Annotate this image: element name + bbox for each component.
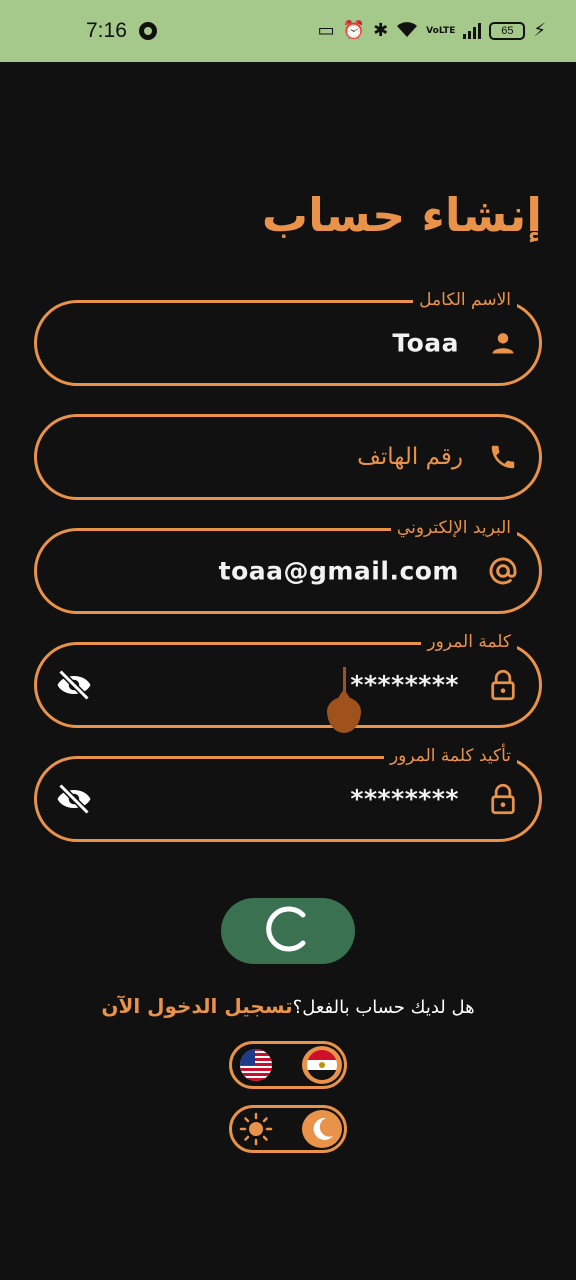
card-icon: ▭ — [317, 20, 335, 41]
email-label: البريد الإلكتروني — [390, 517, 517, 539]
person-icon — [487, 327, 519, 359]
email-field[interactable]: البريد الإلكتروني toaa@gmail.com — [34, 517, 542, 614]
at-icon — [487, 555, 519, 587]
confirm-password-label: تأكيد كلمة المرور — [383, 745, 517, 767]
eye-off-icon[interactable] — [55, 784, 93, 814]
password-value[interactable]: ******** — [350, 671, 459, 700]
phone-field[interactable]: رقم الهاتف — [34, 414, 542, 500]
battery-level: 65 — [501, 25, 514, 37]
battery-icon: 65 — [489, 22, 526, 40]
spinner-icon — [262, 903, 314, 959]
theme-toggle[interactable] — [229, 1105, 347, 1153]
notification-icon — [138, 22, 157, 40]
lock-icon — [487, 783, 519, 815]
login-question: هل لديك حساب بالفعل؟ — [292, 997, 475, 1018]
wifi-icon — [396, 20, 418, 42]
eye-off-icon[interactable] — [55, 670, 93, 700]
phone-icon — [487, 441, 519, 473]
phone-placeholder: رقم الهاتف — [357, 444, 463, 470]
lock-icon — [487, 669, 519, 701]
page-title: إنشاء حساب — [261, 188, 542, 242]
login-link[interactable]: تسجيل الدخول الآن — [101, 994, 292, 1018]
email-value[interactable]: toaa@gmail.com — [219, 557, 459, 586]
language-toggle[interactable] — [229, 1041, 347, 1089]
egypt-flag-icon[interactable] — [302, 1046, 342, 1084]
alarm-icon: ⏰ — [342, 20, 366, 41]
charging-icon: ⚡ — [533, 20, 546, 41]
confirm-password-value[interactable]: ******** — [350, 785, 459, 814]
status-time: 7:16 — [86, 19, 127, 42]
signal-icon — [463, 23, 482, 39]
status-icons: ▭ ⏰ ✱ VoLTE 65 ⚡ — [318, 20, 546, 42]
confirm-password-field[interactable]: تأكيد كلمة المرور ******** — [34, 745, 542, 842]
login-prompt: هل لديك حساب بالفعل؟تسجيل الدخول الآن — [0, 994, 576, 1018]
moon-icon[interactable] — [302, 1110, 342, 1148]
full-name-field[interactable]: الاسم الكامل Toaa — [34, 289, 542, 386]
cursor-handle[interactable] — [327, 689, 361, 733]
submit-button[interactable] — [221, 898, 355, 964]
sun-icon[interactable] — [239, 1112, 273, 1146]
volte-icon: VoLTE — [426, 25, 456, 36]
full-name-label: الاسم الكامل — [413, 289, 517, 311]
full-name-value[interactable]: Toaa — [392, 329, 459, 358]
us-flag-icon[interactable] — [239, 1048, 273, 1082]
password-field[interactable]: كلمة المرور ******** — [34, 631, 542, 733]
bluetooth-icon: ✱ — [373, 20, 389, 41]
password-label: كلمة المرور — [421, 631, 517, 653]
status-bar: 7:16 ▭ ⏰ ✱ VoLTE 65 ⚡ — [0, 0, 576, 62]
